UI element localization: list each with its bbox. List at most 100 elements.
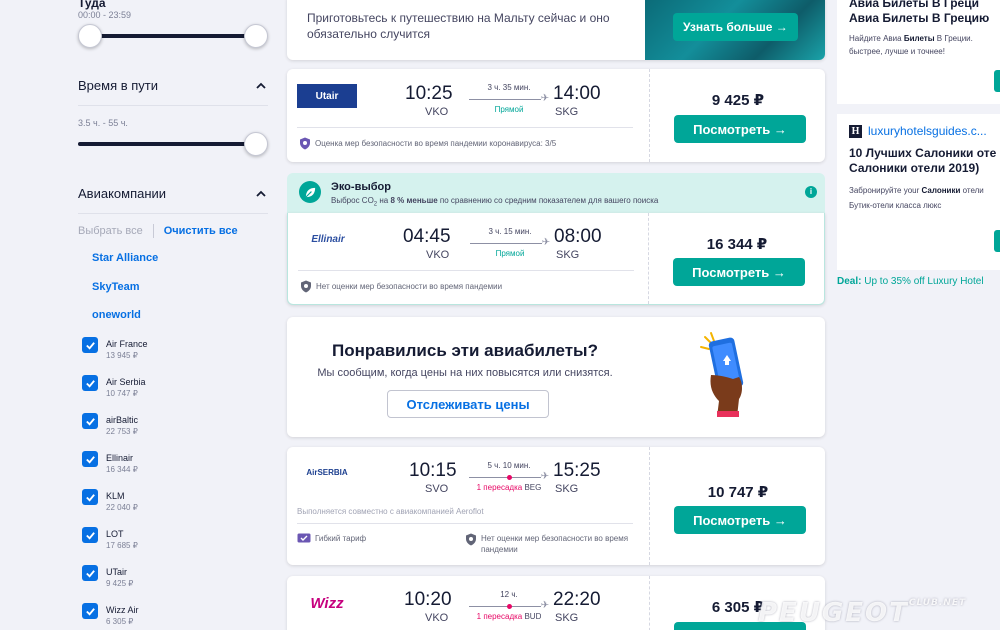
view-flight-button[interactable]: Посмотреть → [673, 258, 805, 286]
checkmark-icon [85, 341, 95, 350]
checkbox-checked[interactable] [82, 565, 98, 581]
arrival-time: 08:00 [554, 226, 602, 247]
airlines-section-header[interactable]: Авиакомпании [78, 186, 268, 214]
watermark: PEUGEOTCLUB.NET [758, 598, 966, 628]
route-line: ✈ [470, 237, 550, 249]
airline-checkbox-row[interactable]: airBaltic 22 753 ₽ [82, 413, 138, 438]
flight-duration: 3 ч. 15 мин. [488, 227, 532, 236]
checkbox-checked[interactable] [82, 337, 98, 353]
clear-all-link[interactable]: Очистить все [164, 225, 238, 237]
stops-count: 1 пересадка [476, 483, 523, 492]
slider-max-handle[interactable] [244, 24, 268, 48]
arrival-time: 22:20 [553, 589, 601, 610]
airline-min-price: 16 344 ₽ [106, 465, 138, 474]
airline-logo-wizz: Wizz [297, 591, 357, 615]
departure-time-slider[interactable] [78, 24, 268, 48]
departure-airport: VKO [426, 249, 450, 261]
airline-min-price: 22 040 ₽ [106, 503, 138, 512]
flight-route-summary: 5 ч. 10 мин. ✈ 1 пересадка BEG [465, 461, 553, 493]
shield-icon [300, 137, 310, 150]
stops-label: Прямой [495, 249, 525, 258]
select-controls: Выбрать все Очистить все [78, 224, 238, 238]
airline-checkbox-row[interactable]: Air France 13 945 ₽ [82, 337, 148, 362]
checkbox-checked[interactable] [82, 603, 98, 619]
eco-sub-text: Выброс CO [331, 196, 374, 205]
airline-name: Wizz Air [106, 605, 139, 615]
airline-min-price: 22 753 ₽ [106, 427, 138, 436]
flight-card[interactable]: AirSERBIA 10:15 SVO 5 ч. 10 мин. ✈ 1 пер… [287, 447, 825, 565]
learn-more-button[interactable]: Узнать больше → [673, 13, 798, 41]
price-panel: 10 747 ₽ Посмотреть → [649, 447, 825, 565]
checkbox-checked[interactable] [82, 489, 98, 505]
filters-sidebar: Туда 00:00 - 23:59 Время в пути 3.5 ч. -… [0, 0, 280, 630]
view-flight-button[interactable]: Посмотреть → [674, 506, 806, 534]
deal-line[interactable]: Deal: Up to 35% off Luxury Hotel [837, 276, 984, 287]
checkbox-checked[interactable] [82, 451, 98, 467]
alliance-skyteam[interactable]: SkyTeam [92, 281, 140, 293]
select-all-link[interactable]: Выбрать все [78, 225, 143, 237]
eco-choice-title: Эко-выбор [331, 181, 391, 193]
shield-icon [466, 533, 476, 546]
ad-domain-text: luxuryhotelsguides.c... [868, 124, 987, 138]
promo-text: Приготовьтесь к путешествию на Мальту се… [307, 11, 610, 41]
checkbox-checked[interactable] [82, 413, 98, 429]
eco-sub-highlight: 8 % меньше [390, 196, 438, 205]
info-icon[interactable]: i [805, 186, 817, 198]
ad-body: быстрее, лучше и точнее! [849, 47, 945, 56]
stop-airport: BUD [524, 612, 542, 621]
airline-checkbox-row[interactable]: LOT 17 685 ₽ [82, 527, 138, 552]
airline-name: UTair [106, 567, 128, 577]
stops-label: 1 пересадка BUD [465, 612, 553, 622]
flight-route-summary: 3 ч. 15 мин. ✈ Прямой [466, 227, 554, 259]
flight-card[interactable]: Wizz 10:20 VKO 12 ч. ✈ 1 пересадка BUD 2… [287, 576, 825, 630]
route-line: ✈ [469, 471, 549, 483]
flight-details[interactable]: Wizz 10:20 VKO 12 ч. ✈ 1 пересадка BUD 2… [287, 576, 643, 630]
checkmark-icon [85, 379, 95, 388]
checkbox-checked[interactable] [82, 527, 98, 543]
ad-title: Салоники отели 2019) [849, 161, 980, 175]
track-prices-button[interactable]: Отслеживать цены [387, 390, 549, 418]
airline-checkbox-row[interactable]: Air Serbia 10 747 ₽ [82, 375, 146, 400]
flight-price: 16 344 ₽ [706, 236, 768, 253]
duration-section-header[interactable]: Время в пути [78, 78, 268, 106]
safety-text: Нет оценки мер безопасности во время пан… [316, 282, 503, 291]
airline-logo-text: AirSERBIA [306, 467, 348, 477]
airline-logo-text: Wizz [310, 594, 344, 612]
slider-track [78, 142, 256, 146]
alliance-oneworld[interactable]: oneworld [92, 309, 141, 321]
deal-text: Up to 35% off Luxury Hotel [861, 276, 984, 287]
eco-choice-subtitle: Выброс CO2 на 8 % меньше по сравнению со… [331, 196, 658, 208]
flight-card[interactable]: Ellinair 04:45 VKO 3 ч. 15 мин. ✈ Прямой… [287, 213, 825, 305]
slider-max-handle[interactable] [244, 132, 268, 156]
ad-open-button[interactable] [994, 70, 1000, 92]
arrival-airport: SKG [555, 106, 579, 118]
ad-open-button[interactable] [994, 230, 1000, 252]
flight-card[interactable]: Utair 10:25 VKO 3 ч. 35 мин. ✈ Прямой 14… [287, 69, 825, 162]
ad-domain[interactable]: H luxuryhotelsguides.c... [849, 124, 1000, 138]
duration-slider[interactable] [78, 132, 268, 156]
flight-details[interactable]: Utair 10:25 VKO 3 ч. 35 мин. ✈ Прямой 14… [287, 69, 643, 162]
airline-checkbox-row[interactable]: Wizz Air 6 305 ₽ [82, 603, 139, 628]
departure-time-range: 00:00 - 23:59 [78, 10, 132, 20]
price-panel: 16 344 ₽ Посмотреть → [648, 213, 824, 304]
route-line: ✈ [469, 93, 549, 105]
ad-greece-flights[interactable]: Авиа Билеты В Греци Авиа Билеты В Грецию… [837, 0, 1000, 104]
price-alert-card: Понравились эти авиабилеты? Мы сообщим, … [287, 317, 825, 437]
slider-min-handle[interactable] [78, 24, 102, 48]
airline-checkbox-row[interactable]: Ellinair 16 344 ₽ [82, 451, 138, 476]
departure-filter-title: Туда [78, 0, 106, 10]
ad-luxury-hotels[interactable]: H luxuryhotelsguides.c... 10 Лучших Сало… [837, 114, 1000, 270]
flight-details[interactable]: AirSERBIA 10:15 SVO 5 ч. 10 мин. ✈ 1 пер… [287, 447, 643, 565]
view-flight-button[interactable]: Посмотреть → [674, 115, 806, 143]
checkbox-checked[interactable] [82, 375, 98, 391]
price-alert-title: Понравились эти авиабилеты? [332, 341, 598, 360]
airline-checkbox-row[interactable]: KLM 22 040 ₽ [82, 489, 138, 514]
ad-body-text: В Греции. [934, 34, 973, 43]
duration-range: 3.5 ч. - 55 ч. [78, 118, 128, 128]
divider [297, 127, 633, 128]
alliance-star-alliance[interactable]: Star Alliance [92, 252, 158, 264]
promo-card: Приготовьтесь к путешествию на Мальту се… [287, 0, 825, 60]
airline-checkbox-row[interactable]: UTair 9 425 ₽ [82, 565, 133, 590]
departure-airport: VKO [425, 106, 449, 118]
flight-details[interactable]: Ellinair 04:45 VKO 3 ч. 15 мин. ✈ Прямой… [288, 213, 644, 304]
